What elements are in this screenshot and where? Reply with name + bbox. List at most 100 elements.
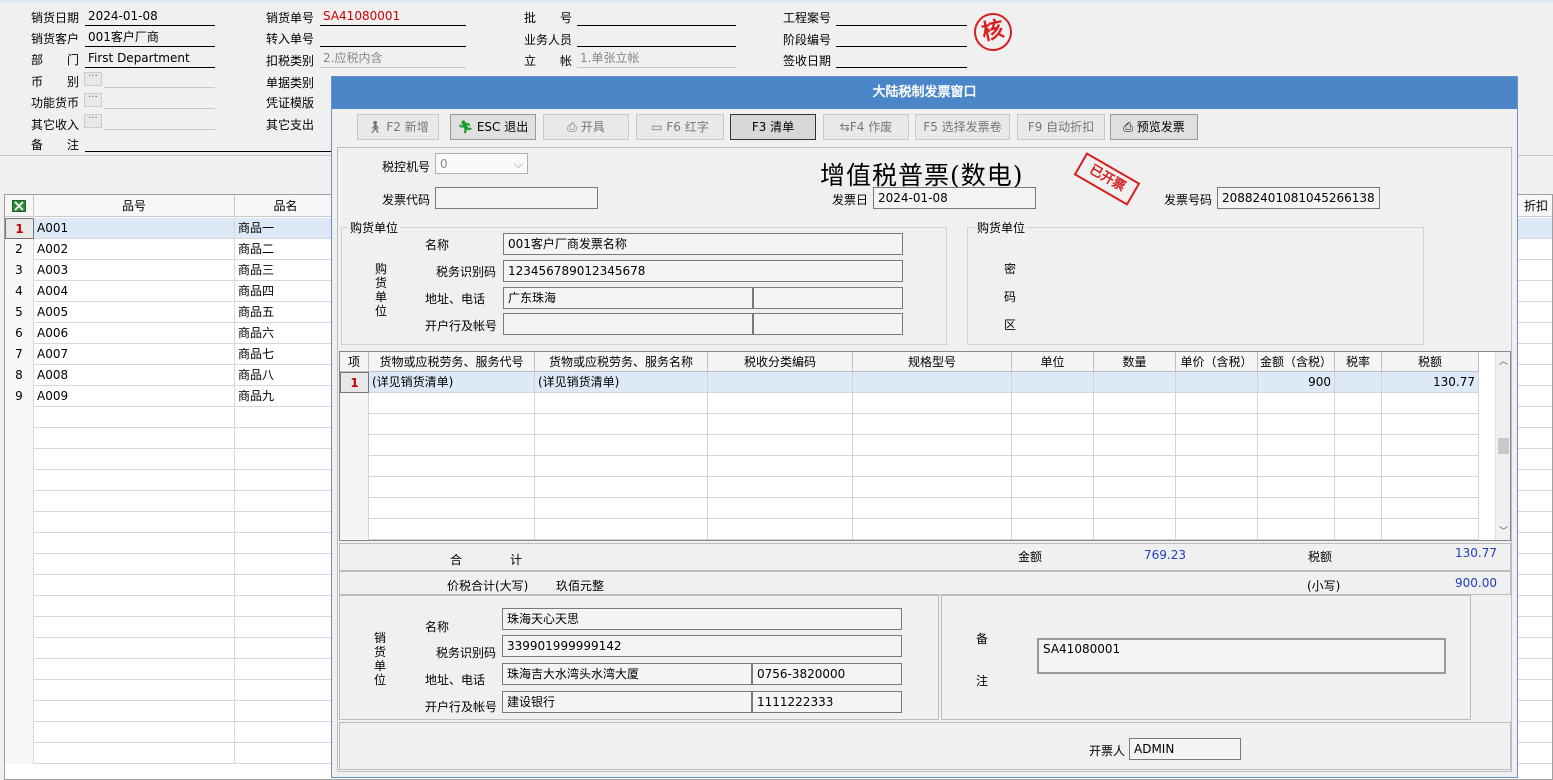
invoice-line-row[interactable] (340, 498, 1479, 519)
line-number[interactable] (340, 498, 369, 519)
row-number[interactable] (5, 575, 34, 596)
row-number[interactable] (5, 680, 34, 701)
row-number[interactable] (5, 617, 34, 638)
invoice-date-field[interactable]: 2024-01-08 (873, 187, 1036, 209)
project-field[interactable] (836, 8, 967, 26)
row-number[interactable] (5, 701, 34, 722)
currency-ellipsis-button[interactable]: ··· (84, 72, 102, 86)
line-number[interactable] (340, 393, 369, 414)
lines-scrollbar[interactable]: ︿ ﹀ (1495, 352, 1510, 540)
row-number[interactable] (5, 596, 34, 617)
grid-header-discount[interactable]: 折扣 (1518, 195, 1552, 217)
customer-field[interactable]: 001客户厂商 (85, 29, 215, 47)
red-invoice-button[interactable]: ▭ F6 红字 (636, 114, 724, 140)
seller-taxid-field[interactable]: 339901999999142 (502, 635, 902, 657)
lines-header-taxcode[interactable]: 税收分类编码 (708, 352, 853, 372)
row-number[interactable]: 4 (5, 281, 34, 302)
void-button[interactable]: ⇆F4 作废 (823, 114, 909, 140)
invoice-line-row[interactable] (340, 414, 1479, 435)
buyer-addr-field[interactable]: 广东珠海 (503, 287, 753, 309)
row-number[interactable]: 2 (5, 239, 34, 260)
row-number[interactable] (5, 449, 34, 470)
sale-date-field[interactable]: 2024-01-08 (85, 8, 215, 26)
invoice-line-row[interactable] (340, 477, 1479, 498)
phase-field[interactable] (836, 29, 967, 47)
row-number[interactable]: 1 (5, 218, 34, 239)
invoice-line-row[interactable] (340, 519, 1479, 540)
row-number[interactable] (5, 428, 34, 449)
line-number[interactable] (340, 519, 369, 540)
row-number[interactable]: 6 (5, 323, 34, 344)
grid-header-name[interactable]: 品名 (235, 195, 337, 217)
grid-header-code[interactable]: 品号 (34, 195, 235, 217)
list-button[interactable]: F3 清单 (730, 114, 816, 140)
buyer-name-field[interactable]: 001客户厂商发票名称 (503, 233, 903, 255)
invoice-code-field[interactable] (435, 187, 598, 209)
excel-export-icon[interactable] (5, 195, 34, 217)
func-currency-ellipsis-button[interactable]: ··· (84, 93, 102, 107)
remark-textarea[interactable]: SA41080001 (1037, 638, 1446, 674)
seller-phone-field[interactable]: 0756-3820000 (752, 663, 902, 685)
row-number[interactable]: 7 (5, 344, 34, 365)
seller-bank-field[interactable]: 建设银行 (502, 691, 752, 713)
line-number[interactable] (340, 477, 369, 498)
lines-header-tax[interactable]: 税额 (1382, 352, 1479, 372)
row-number[interactable] (5, 512, 34, 533)
line-number[interactable] (340, 414, 369, 435)
buyer-phone-field[interactable] (753, 287, 903, 309)
lines-header-rate[interactable]: 税率 (1335, 352, 1382, 372)
row-number[interactable] (5, 533, 34, 554)
row-number[interactable] (5, 743, 34, 764)
lines-header-unit[interactable]: 单位 (1012, 352, 1094, 372)
other-income-ellipsis-button[interactable]: ··· (84, 114, 102, 128)
invoice-line-row[interactable] (340, 435, 1479, 456)
sign-date-field[interactable] (836, 50, 967, 68)
seller-account-field[interactable]: 1111222333 (752, 691, 902, 713)
invoice-line-row[interactable] (340, 393, 1479, 414)
lines-header-name[interactable]: 货物或应税劳务、服务名称 (535, 352, 708, 372)
dept-field[interactable]: First Department (85, 50, 215, 68)
lines-header-amount[interactable]: 金额（含税） (1258, 352, 1335, 372)
tax-type-field[interactable]: 2.应税内含 (320, 50, 466, 68)
row-number[interactable] (5, 722, 34, 743)
seller-name-field[interactable]: 珠海天心天思 (502, 608, 902, 630)
new-button[interactable]: 🚶︎ F2 新增 (357, 114, 439, 140)
scroll-thumb[interactable] (1498, 438, 1509, 454)
lines-header-item[interactable]: 项 (340, 352, 369, 372)
row-number[interactable] (5, 491, 34, 512)
tax-machine-select[interactable]: 0 ⌵ (435, 153, 528, 174)
scroll-down-icon[interactable]: ﹀ (1499, 524, 1508, 537)
func-currency-field[interactable] (104, 91, 215, 109)
batch-field[interactable] (577, 8, 736, 26)
invoice-no-field[interactable]: 20882401081045266138 (1217, 187, 1380, 209)
line-number[interactable] (340, 456, 369, 477)
issue-button[interactable]: ⎙ 开具 (543, 114, 629, 140)
row-number[interactable] (5, 659, 34, 680)
lines-header-spec[interactable]: 规格型号 (853, 352, 1012, 372)
issuer-field[interactable]: ADMIN (1129, 738, 1241, 760)
other-income-field[interactable] (104, 112, 215, 130)
invoice-line-row[interactable]: 1 (详见销货清单) (详见销货清单) 900 130.77 (340, 372, 1479, 393)
invoice-lines-grid[interactable]: 项 货物或应税劳务、服务代号 货物或应税劳务、服务名称 税收分类编码 规格型号 … (339, 351, 1511, 541)
lines-header-price[interactable]: 单价（含税） (1176, 352, 1258, 372)
buyer-account-field[interactable] (753, 313, 903, 335)
select-roll-button[interactable]: F5 选择发票卷 (915, 114, 1010, 140)
row-number[interactable] (5, 470, 34, 491)
scroll-up-icon[interactable]: ︿ (1499, 354, 1508, 367)
sale-no-field[interactable]: SA41080001 (320, 8, 466, 26)
line-number[interactable] (340, 435, 369, 456)
buyer-bank-field[interactable] (503, 313, 753, 335)
row-number[interactable]: 8 (5, 365, 34, 386)
seller-addr-field[interactable]: 珠海吉大水湾头水湾大厦 (502, 663, 752, 685)
account-field[interactable]: 1.单张立帐 (577, 50, 736, 68)
row-number[interactable]: 5 (5, 302, 34, 323)
row-number[interactable]: 3 (5, 260, 34, 281)
remark-field[interactable] (85, 134, 331, 152)
row-number[interactable] (5, 554, 34, 575)
row-number[interactable]: 9 (5, 386, 34, 407)
line-number[interactable]: 1 (340, 372, 369, 393)
salesman-field[interactable] (577, 29, 736, 47)
lines-header-code[interactable]: 货物或应税劳务、服务代号 (369, 352, 535, 372)
preview-button[interactable]: ⎙ 预览发票 (1110, 114, 1198, 140)
auto-discount-button[interactable]: F9 自动折扣 (1017, 114, 1105, 140)
